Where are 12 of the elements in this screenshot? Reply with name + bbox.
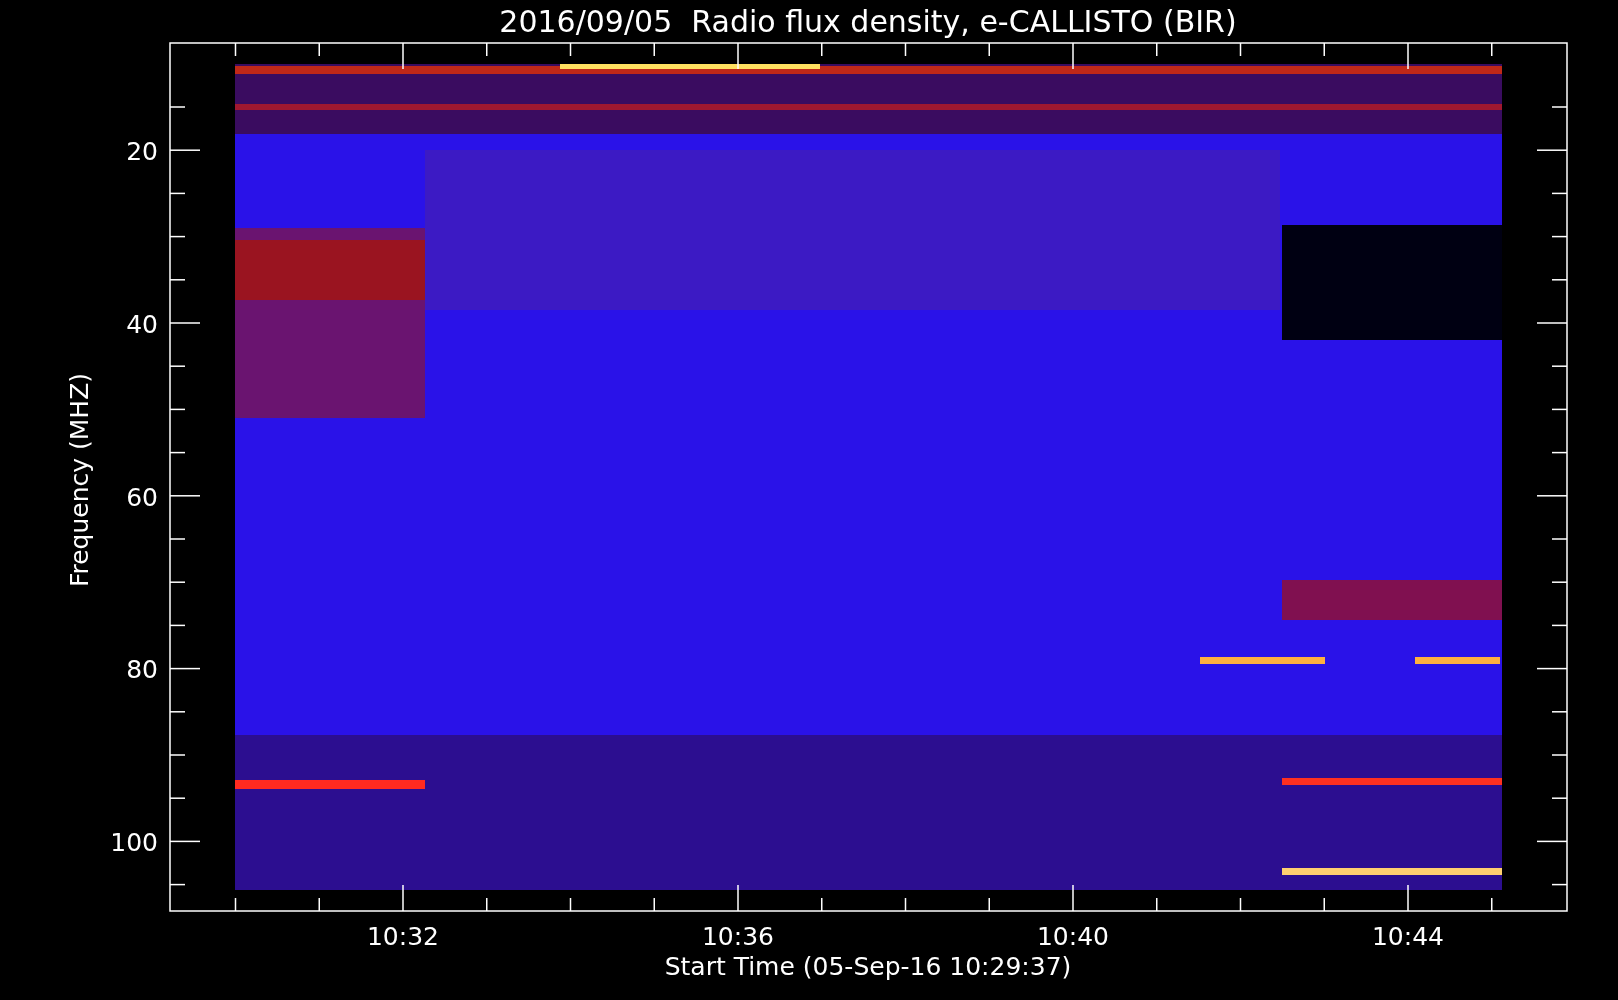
tick-label: 10:32	[367, 922, 439, 951]
axis-label: Frequency (MHZ)	[65, 372, 94, 588]
tick-label: 80	[126, 655, 158, 685]
tick-label: 10:36	[702, 922, 774, 951]
axis-label: Start Time (05-Sep-16 10:29:37)	[664, 952, 1072, 981]
tick-label: 40	[126, 309, 158, 339]
tick-label: 60	[126, 482, 158, 512]
tick-label: 10:44	[1372, 922, 1444, 951]
plot-title: 2016/09/05 Radio flux density, e-CALLISTO (BIR)	[499, 4, 1237, 39]
tick-label: 10:40	[1037, 922, 1109, 951]
tick-label: 20	[126, 137, 158, 166]
tick-label: 100	[110, 828, 158, 857]
